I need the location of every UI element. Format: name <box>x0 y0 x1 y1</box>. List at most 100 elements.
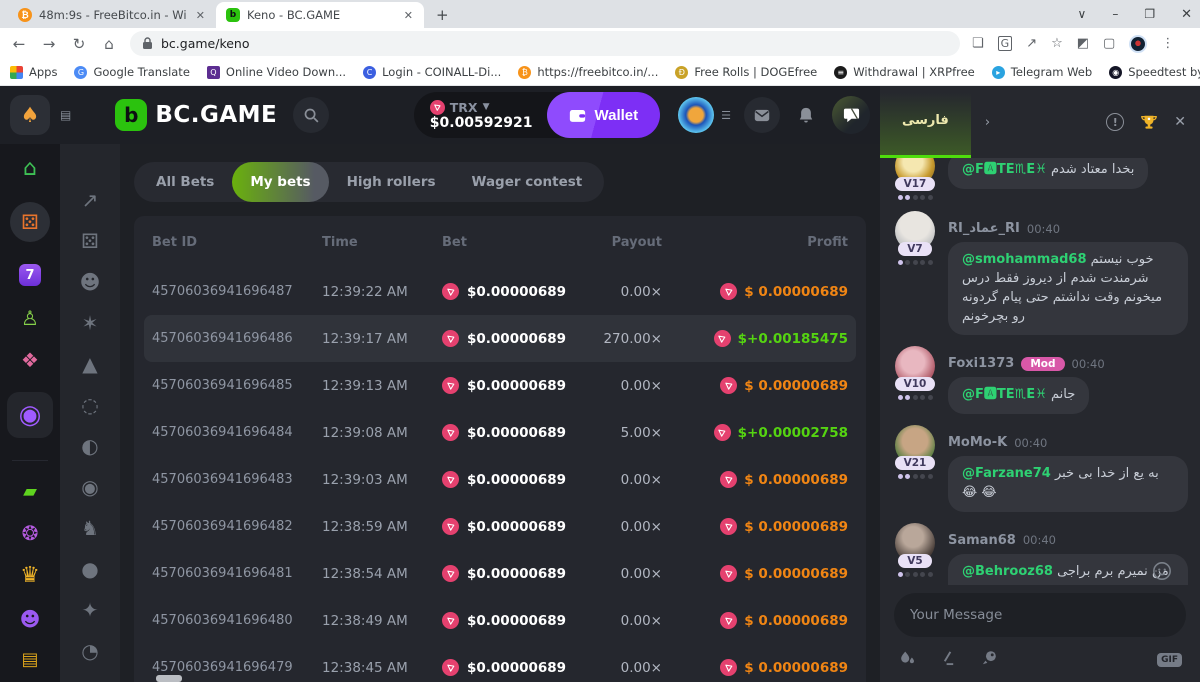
mention[interactable]: @F🅰TE♏E♓ <box>962 162 1047 177</box>
chat-language-tab[interactable]: فارسی <box>880 86 971 158</box>
minimize-icon[interactable]: – <box>1112 7 1118 21</box>
close-window-icon[interactable]: ✕ <box>1181 7 1192 22</box>
table-row[interactable]: 45706036941696485 12:39:13 AM $0.0000068… <box>144 362 856 409</box>
rank-list-icon[interactable]: ☰ <box>721 109 730 122</box>
back-icon[interactable]: ← <box>10 35 28 53</box>
bookmark-item[interactable]: ◉ Speedtest by Ookla... <box>1109 65 1200 79</box>
promotions-icon[interactable]: ❖ <box>21 350 39 370</box>
address-bar[interactable]: bc.game/keno <box>130 31 960 56</box>
wheel-game-icon[interactable]: ◌ <box>81 395 98 415</box>
table-row[interactable]: 45706036941696484 12:39:08 AM $0.0000068… <box>144 409 856 456</box>
plinko-game-icon[interactable]: ▲ <box>82 354 97 374</box>
brand-logo[interactable]: b BC.GAME <box>115 99 277 131</box>
open-in-icon[interactable]: ❏ <box>972 36 984 51</box>
forward-icon[interactable]: → <box>40 35 58 53</box>
tab-all-bets[interactable]: All Bets <box>138 162 232 202</box>
slots-icon[interactable]: 7 <box>19 264 41 286</box>
eggs-game-icon[interactable]: ◐ <box>81 436 98 456</box>
horizontal-scrollbar[interactable] <box>156 675 182 682</box>
mention[interactable]: @smohammad68 <box>962 252 1087 267</box>
home-icon[interactable]: ⌂ <box>100 35 118 53</box>
reading-list-icon[interactable]: ▢ <box>1103 36 1115 51</box>
table-row[interactable]: 45706036941696479 12:38:45 AM $0.0000068… <box>144 644 856 682</box>
collapse-sidebar-icon[interactable]: ▤ <box>58 108 73 122</box>
table-row[interactable]: 45706036941696480 12:38:49 AM $0.0000068… <box>144 597 856 644</box>
username[interactable]: RI_عماد_RI <box>948 221 1020 236</box>
close-chat-icon[interactable]: ✕ <box>1174 114 1186 130</box>
reload-icon[interactable]: ↻ <box>70 35 88 53</box>
tab-wager-contest[interactable]: Wager contest <box>454 162 601 202</box>
dice-game-icon[interactable]: ⚄ <box>81 231 98 251</box>
gif-icon[interactable]: GIF <box>1157 653 1182 667</box>
bookmark-item[interactable]: ▸ Telegram Web <box>992 65 1092 79</box>
user-avatar[interactable] <box>678 97 714 133</box>
chat-message-input[interactable] <box>894 593 1186 637</box>
search-tabs-icon[interactable]: ∨ <box>1078 7 1087 21</box>
bomb-game-icon[interactable]: ◔ <box>81 641 98 661</box>
mines-game-icon[interactable]: ✶ <box>82 313 99 333</box>
tab-my-bets[interactable]: My bets <box>232 162 328 202</box>
lottery-ticket-icon[interactable]: ▰ <box>23 483 37 501</box>
roulette-ring-icon[interactable]: ❂ <box>22 523 39 543</box>
coinflip-game-icon[interactable]: ◉ <box>81 477 98 497</box>
slash-command-icon[interactable] <box>940 650 957 670</box>
keno-crowd-game-icon[interactable]: ♞ <box>81 518 99 538</box>
emoji-icon[interactable] <box>1152 561 1172 585</box>
hilo-game-icon[interactable]: ✦ <box>82 600 99 620</box>
chat-messages[interactable]: V17 @F🅰TE♏E♓ بخدا معتاد شدم V7 RI_عماد_R… <box>880 146 1200 585</box>
menu-icon[interactable]: ⋮ <box>1161 36 1174 51</box>
rocket-icon[interactable] <box>981 649 999 670</box>
spade-logo-button[interactable]: ♠ <box>10 95 50 135</box>
table-row[interactable]: 45706036941696483 12:39:03 AM $0.0000068… <box>144 456 856 503</box>
share-icon[interactable]: ↗ <box>1026 36 1037 51</box>
rain-icon[interactable] <box>898 649 916 670</box>
table-row[interactable]: 45706036941696481 12:38:54 AM $0.0000068… <box>144 550 856 597</box>
username[interactable]: Saman68 <box>948 533 1016 548</box>
chat-rules-icon[interactable]: ! <box>1106 113 1124 131</box>
monster-game-icon[interactable]: ☻ <box>80 272 101 292</box>
bookmark-item[interactable]: G Google Translate <box>74 65 189 79</box>
bowling-game-icon[interactable]: ● <box>81 559 98 579</box>
notifications-button[interactable] <box>788 97 824 133</box>
casino-nav-item[interactable]: ⚄ › <box>10 202 50 242</box>
tab-high-rollers[interactable]: High rollers <box>329 162 454 202</box>
table-row[interactable]: 45706036941696482 12:38:59 AM $0.0000068… <box>144 503 856 550</box>
bookmark-item[interactable]: ₿ https://freebitco.in/... <box>518 65 658 79</box>
coin-balance-icon[interactable]: ▤ <box>21 651 38 669</box>
close-tab-icon[interactable]: ✕ <box>401 9 416 22</box>
table-row[interactable]: 45706036941696487 12:39:22 AM $0.0000068… <box>144 268 856 315</box>
keno-active-game[interactable]: ◉ <box>7 392 53 438</box>
browser-tab-keno[interactable]: b Keno - BC.GAME ✕ <box>216 2 424 28</box>
bookmark-item[interactable]: C Login - COINALL-Di... <box>363 65 501 79</box>
bookmark-star-icon[interactable]: ☆ <box>1051 36 1063 51</box>
close-tab-icon[interactable]: ✕ <box>193 9 208 22</box>
extensions-icon[interactable]: ◩ <box>1077 36 1089 51</box>
chat-toggle-button[interactable] <box>832 96 870 134</box>
restore-icon[interactable]: ❐ <box>1144 7 1155 21</box>
username[interactable]: Foxi1373 <box>948 356 1014 371</box>
trophy-icon[interactable] <box>1140 114 1158 131</box>
currency-selector[interactable]: TRX ▼ $0.00592921 <box>430 100 533 131</box>
browser-tab-freebitco[interactable]: ₿ 48m:9s - FreeBitco.in - Win free b ✕ <box>8 2 216 28</box>
bookmark-apps[interactable]: Apps <box>10 65 57 79</box>
sports-icon[interactable]: ♙ <box>21 308 39 328</box>
crash-game-icon[interactable]: ↗ <box>82 190 99 210</box>
party-masks-icon[interactable]: ☻ <box>20 609 41 629</box>
bookmark-item[interactable]: ≡ Withdrawal | XRPfree <box>834 65 975 79</box>
chevron-right-icon[interactable]: › <box>985 115 990 130</box>
profile-avatar[interactable] <box>1129 35 1147 53</box>
new-tab-button[interactable]: + <box>424 6 461 28</box>
table-row-highlighted[interactable]: 45706036941696486 12:39:17 AM $0.0000068… <box>144 315 856 362</box>
mention[interactable]: @Behrooz68 <box>962 564 1053 579</box>
translate-icon[interactable]: G <box>998 36 1013 51</box>
wallet-button[interactable]: Wallet <box>547 92 661 138</box>
inbox-button[interactable] <box>744 97 780 133</box>
bookmark-item[interactable]: Q Online Video Down... <box>207 65 346 79</box>
vip-crown-icon[interactable]: ♛ <box>20 565 40 587</box>
search-button[interactable] <box>293 97 329 133</box>
bookmark-item[interactable]: Ð Free Rolls | DOGEfree <box>675 65 817 79</box>
mention[interactable]: @F🅰TE♏E♓ <box>962 387 1047 402</box>
username[interactable]: MoMo-K <box>948 435 1007 450</box>
mention[interactable]: @Farzane74 <box>962 466 1051 481</box>
home-icon[interactable]: ⌂ <box>23 158 37 180</box>
